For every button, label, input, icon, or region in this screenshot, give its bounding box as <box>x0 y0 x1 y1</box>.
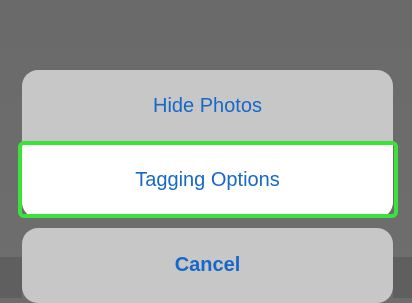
background-edge-right <box>393 257 412 298</box>
cancel-button[interactable]: Cancel <box>22 228 393 303</box>
hide-photos-label: Hide Photos <box>153 94 262 117</box>
tagging-options-label: Tagging Options <box>135 169 280 191</box>
tagging-options-button[interactable]: Tagging Options <box>22 143 393 218</box>
cancel-label: Cancel <box>174 254 241 276</box>
hide-photos-button[interactable]: Hide Photos <box>22 70 393 142</box>
background-edge-left <box>0 257 22 298</box>
action-sheet-options: Hide Photos Tagging Options <box>22 70 393 218</box>
